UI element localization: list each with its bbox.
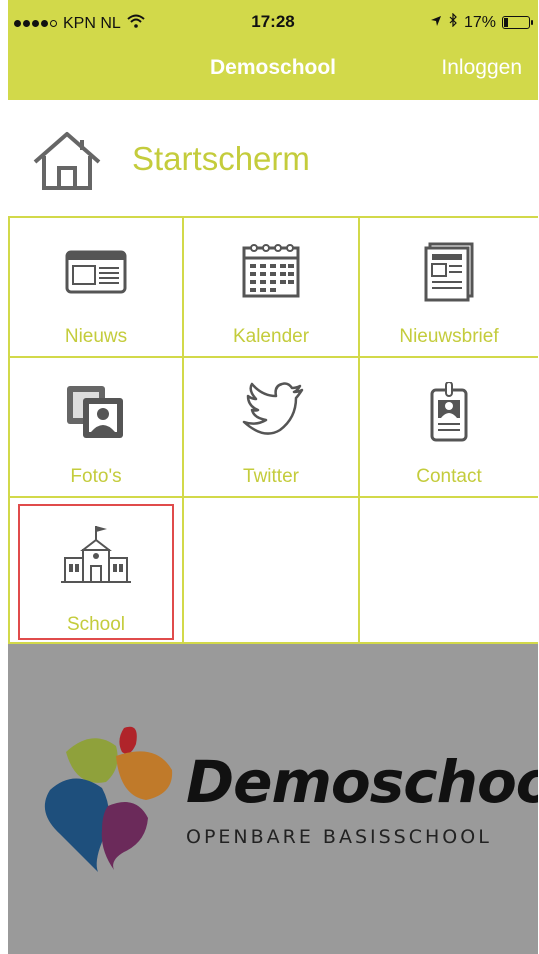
logo-subtitle: OPENBARE BASISSCHOOL [186,826,492,848]
news-icon [65,250,127,294]
empty-tile [360,498,538,644]
tile-label: Foto's [70,466,122,487]
tile-label: Kalender [232,326,310,347]
logo-name: Demoschool [186,748,538,816]
school-logo: Demoschool OPENBARE BASISSCHOOL [36,722,538,882]
battery-percentage: 17% [463,13,496,31]
login-button[interactable]: Inloggen [441,56,522,80]
empty-tile [184,498,360,644]
contact-card-icon [430,382,468,442]
tile-school[interactable]: School [8,498,184,644]
location-arrow-icon [430,14,442,32]
school-building-icon [61,526,131,583]
newsletter-icon [424,242,474,302]
tile-twitter[interactable]: Twitter [184,358,360,498]
tile-label: Nieuwsbrief [399,326,499,347]
tile-contact[interactable]: Contact [360,358,538,498]
status-bar: KPN NL 17:28 17% [8,0,538,46]
tile-fotos[interactable]: Foto's [8,358,184,498]
tile-grid: Nieuws Kalender Nieuwsbrief Foto's Twitt… [8,218,538,644]
twitter-icon [242,382,304,435]
tile-nieuwsbrief[interactable]: Nieuwsbrief [360,218,538,358]
logo-petals-icon [44,726,173,872]
tile-label: Twitter [243,466,299,487]
tile-label: Contact [416,466,482,487]
photos-icon [67,386,123,438]
tile-label: Nieuws [64,326,128,347]
page-title-bar: Startscherm [8,100,538,218]
bluetooth-icon [448,12,458,32]
footer-banner: Demoschool OPENBARE BASISSCHOOL [8,644,538,954]
tile-kalender[interactable]: Kalender [184,218,360,358]
status-right: 17% [430,12,533,32]
app-screen: KPN NL 17:28 17% Demoschool Inloggen Sta… [8,0,538,954]
battery-icon [502,16,533,29]
tile-label: School [66,614,126,635]
page-title: Startscherm [132,140,310,177]
tile-nieuws[interactable]: Nieuws [8,218,184,358]
logo-wordmark: Demoschool [186,748,538,816]
calendar-icon [242,244,300,298]
home-icon [33,132,101,190]
app-header: KPN NL 17:28 17% Demoschool Inloggen [8,0,538,100]
